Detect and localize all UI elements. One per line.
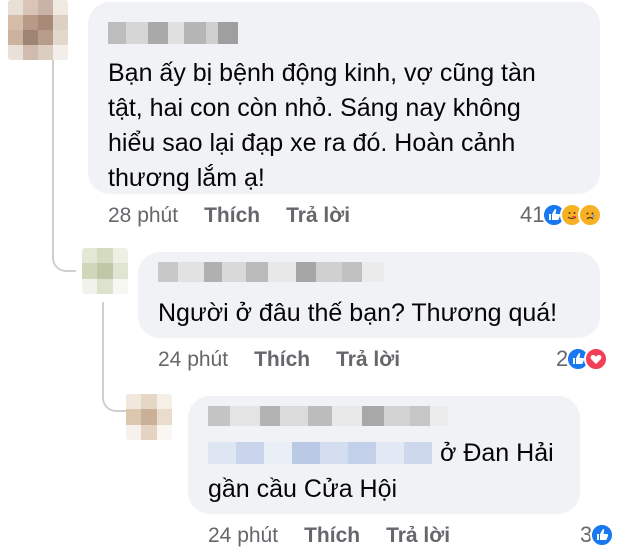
comment-time[interactable]: 24 phút bbox=[158, 348, 228, 372]
commenter-name[interactable] bbox=[158, 262, 384, 282]
like-button[interactable]: Thích bbox=[254, 348, 310, 372]
love-icon bbox=[584, 347, 609, 371]
reply-button[interactable]: Trả lời bbox=[386, 524, 450, 548]
commenter-name[interactable] bbox=[208, 406, 448, 426]
reaction-count: 41 bbox=[520, 202, 545, 227]
comment-text: Người ở đâu thế bạn? Thương quá! bbox=[158, 299, 558, 327]
reaction-summary[interactable]: 41 bbox=[520, 202, 603, 228]
commenter-name[interactable] bbox=[108, 22, 238, 44]
avatar[interactable] bbox=[82, 248, 128, 294]
comment-text: Bạn ấy bị bệnh động kinh, vợ cũng tàn tậ… bbox=[108, 59, 536, 192]
comment-meta: 28 phút Thích Trả lời bbox=[108, 204, 350, 228]
thread-line bbox=[52, 60, 54, 250]
avatar[interactable] bbox=[8, 0, 68, 60]
tagged-name[interactable] bbox=[208, 442, 432, 464]
reaction-summary[interactable]: 3 bbox=[580, 522, 615, 548]
thread-connector bbox=[102, 370, 126, 412]
reply-button[interactable]: Trả lời bbox=[286, 204, 350, 228]
comment-time[interactable]: 24 phút bbox=[208, 524, 278, 548]
like-button[interactable]: Thích bbox=[304, 524, 360, 548]
reply-button[interactable]: Trả lời bbox=[336, 348, 400, 372]
comment-time[interactable]: 28 phút bbox=[108, 204, 178, 228]
comment-text-line2: gần cầu Cửa Hội bbox=[208, 475, 398, 503]
comment-meta: 24 phút Thích Trả lời bbox=[208, 524, 450, 548]
reaction-summary[interactable]: 2 bbox=[556, 346, 609, 372]
like-button[interactable]: Thích bbox=[204, 204, 260, 228]
avatar[interactable] bbox=[126, 394, 172, 440]
thread-line bbox=[102, 302, 104, 372]
comment-meta: 24 phút Thích Trả lời bbox=[158, 348, 400, 372]
like-icon bbox=[590, 523, 615, 547]
sad-icon bbox=[578, 203, 603, 227]
comment-text: ở Đan Hải bbox=[440, 439, 554, 467]
thread-connector bbox=[52, 230, 76, 272]
